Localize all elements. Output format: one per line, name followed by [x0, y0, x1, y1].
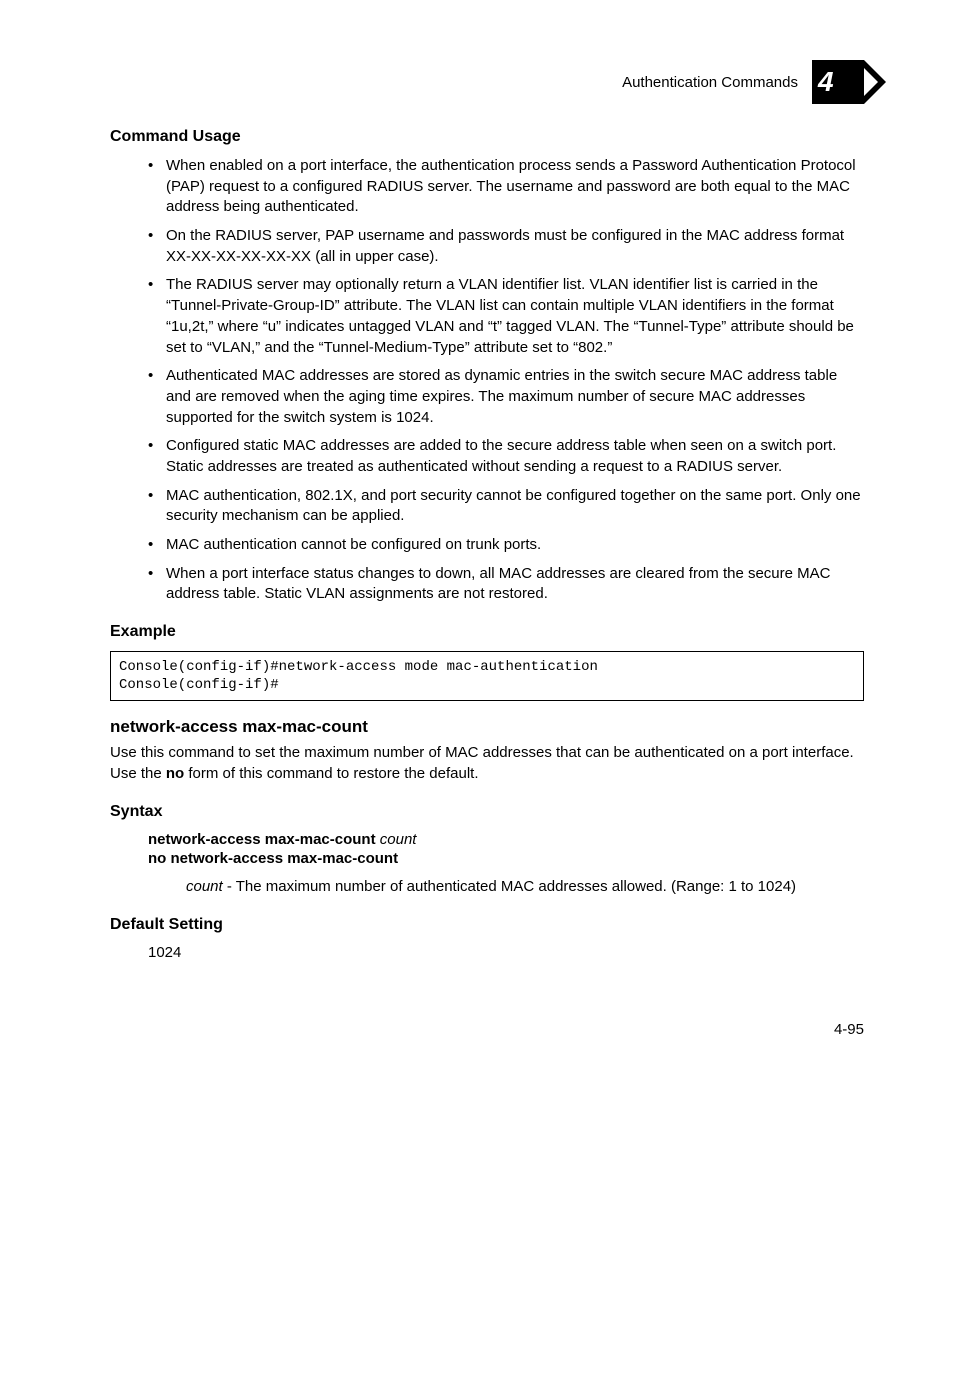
- syntax-cmd-bold: no network-access max-mac-count: [148, 850, 398, 867]
- list-item: Authenticated MAC addresses are stored a…: [166, 366, 864, 428]
- syntax-cmd-bold: network-access max-mac-count: [148, 831, 380, 848]
- param-italic: count: [186, 878, 223, 895]
- chapter-number: 4: [818, 66, 834, 98]
- example-heading: Example: [110, 623, 864, 641]
- list-item: On the RADIUS server, PAP username and p…: [166, 226, 864, 267]
- code-example: Console(config-if)#network-access mode m…: [110, 651, 864, 701]
- page-footer: 4-95: [110, 1021, 864, 1038]
- list-item: MAC authentication, 802.1X, and port sec…: [166, 486, 864, 527]
- page-header: Authentication Commands 4: [110, 60, 864, 104]
- command-usage-heading: Command Usage: [110, 128, 864, 146]
- syntax-block: network-access max-mac-count count no ne…: [110, 831, 864, 867]
- param-text: - The maximum number of authenticated MA…: [223, 878, 796, 895]
- list-item: The RADIUS server may optionally return …: [166, 275, 864, 358]
- command-description: Use this command to set the maximum numb…: [110, 743, 864, 784]
- syntax-cmd-italic: count: [380, 831, 417, 848]
- syntax-line-1: network-access max-mac-count count: [148, 831, 864, 848]
- param-block: count - The maximum number of authentica…: [110, 877, 864, 898]
- default-value: 1024: [110, 944, 864, 961]
- syntax-heading: Syntax: [110, 803, 864, 821]
- param-description: count - The maximum number of authentica…: [186, 877, 864, 898]
- header-title: Authentication Commands: [622, 74, 798, 91]
- chapter-icon: 4: [812, 60, 864, 104]
- default-heading: Default Setting: [110, 916, 864, 934]
- list-item: When enabled on a port interface, the au…: [166, 156, 864, 218]
- desc-bold: no: [166, 765, 184, 782]
- list-item: When a port interface status changes to …: [166, 564, 864, 605]
- list-item: MAC authentication cannot be configured …: [166, 535, 864, 556]
- desc-text-post: form of this command to restore the defa…: [184, 765, 478, 782]
- command-name: network-access max-mac-count: [110, 717, 864, 737]
- list-item: Configured static MAC addresses are adde…: [166, 436, 864, 477]
- usage-list: When enabled on a port interface, the au…: [110, 156, 864, 605]
- syntax-line-2: no network-access max-mac-count: [148, 850, 864, 867]
